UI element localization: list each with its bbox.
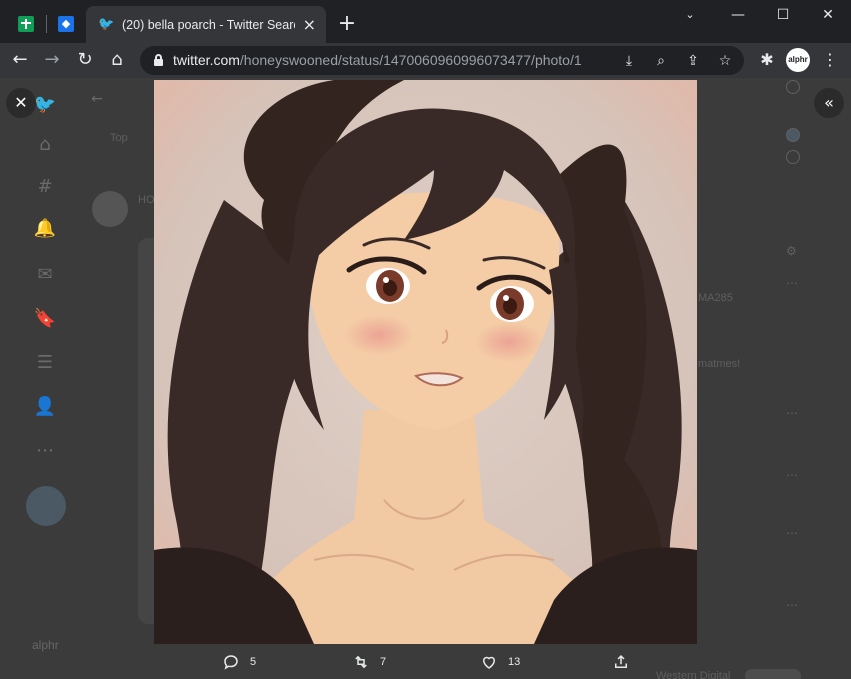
more-icon: ⋯ [36, 440, 54, 461]
bg-more-icon: ⋯ [786, 406, 798, 420]
tab-divider [46, 15, 47, 33]
bookmark-star-icon[interactable]: ☆ [714, 50, 736, 72]
url-text[interactable]: twitter.com/honeyswooned/status/14700609… [173, 46, 582, 75]
reply-button[interactable]: 5 [222, 650, 256, 674]
bg-radio [786, 150, 800, 164]
retweet-count: 7 [380, 656, 387, 668]
share-button[interactable] [612, 650, 630, 674]
back-arrow-icon: ← [91, 91, 103, 107]
bg-snippet: matmes! [698, 358, 741, 370]
bookmarks-icon: 🔖 [33, 308, 57, 329]
browser-window: ◆ 🐦 (20) bella poarch - Twitter Search ×… [0, 0, 851, 679]
bg-radio [786, 80, 800, 94]
maximize-button[interactable]: ☐ [763, 3, 803, 27]
home-icon: ⌂ [39, 134, 51, 155]
profile-icon: 👤 [33, 396, 57, 417]
tab-close-icon[interactable]: × [301, 15, 318, 34]
reply-count: 5 [250, 656, 257, 668]
bg-more-icon: ⋯ [786, 598, 798, 612]
browser-toolbar: ← → ↻ ⌂ twitter.com/honeyswooned/status/… [0, 43, 851, 78]
bg-handle: MA285 [698, 292, 733, 304]
explore-icon: # [37, 176, 53, 197]
bg-more-icon: ⋯ [786, 468, 798, 482]
address-bar[interactable]: twitter.com/honeyswooned/status/14700609… [140, 46, 744, 75]
browser-menu-button[interactable]: ⋮ [818, 47, 842, 73]
close-icon[interactable]: ✕ [6, 88, 36, 118]
twitter-bird-icon: 🐦 [98, 16, 115, 32]
share-icon[interactable]: ⇪ [682, 50, 704, 72]
bg-user-avatar [92, 191, 128, 227]
puzzle-icon[interactable]: ✱ [754, 47, 780, 73]
collapse-panel-icon[interactable]: « [814, 88, 844, 118]
portrait-illustration [154, 80, 697, 644]
retweet-icon [355, 655, 367, 669]
share-upload-icon [615, 654, 627, 668]
install-app-icon[interactable]: ⤓ [618, 50, 640, 72]
notifications-icon: 🔔 [33, 218, 57, 239]
lock-icon[interactable] [154, 54, 163, 66]
reload-button[interactable]: ↻ [71, 46, 99, 74]
like-count: 13 [508, 656, 521, 668]
bg-tab-label: Top [110, 132, 128, 144]
like-button[interactable]: 13 [480, 650, 520, 674]
url-path: /honeyswooned/status/1470060960996073477… [239, 52, 582, 68]
heart-icon [482, 656, 496, 669]
bg-more-icon: ⋯ [786, 526, 798, 540]
home-button[interactable]: ⌂ [103, 46, 131, 74]
pinned-tab-sheets[interactable] [10, 8, 42, 40]
back-button[interactable]: ← [6, 46, 34, 74]
minimize-button[interactable]: — [718, 3, 758, 27]
tweet-actions: 5 7 13 [0, 650, 851, 674]
messages-icon: ✉ [37, 264, 53, 285]
bg-settings-icon: ⚙ [786, 244, 797, 258]
forward-button[interactable]: → [38, 46, 66, 74]
media-image[interactable] [154, 80, 697, 644]
url-host: twitter.com [173, 52, 240, 68]
page-content: 🐦 ⌂ # 🔔 ✉ 🔖 ☰ 👤 ⋯ alphr ← Top HO MA285 m… [0, 78, 851, 679]
compose-button [26, 486, 66, 526]
pinned-tab-dropbox[interactable]: ◆ [50, 8, 82, 40]
bg-radio-filled [786, 128, 800, 142]
tab-title: (20) bella poarch - Twitter Search [122, 17, 295, 32]
lists-icon: ☰ [36, 352, 54, 373]
retweet-button[interactable]: 7 [352, 650, 386, 674]
zoom-icon[interactable]: ⌕ [650, 50, 672, 72]
bg-user-name: HO [138, 194, 155, 206]
twitter-logo-icon: 🐦 [33, 94, 57, 115]
tab-strip: ◆ 🐦 (20) bella poarch - Twitter Search ×… [0, 0, 851, 43]
google-sheets-icon [18, 16, 34, 32]
new-tab-button[interactable]: + [334, 12, 360, 38]
reply-icon [224, 655, 238, 670]
tab-search-button[interactable]: ⌄ [670, 3, 710, 27]
profile-avatar[interactable]: alphr [786, 48, 810, 72]
tab-active[interactable]: 🐦 (20) bella poarch - Twitter Search × [86, 6, 326, 43]
bg-more-icon: ⋯ [786, 276, 798, 290]
dropbox-icon: ◆ [58, 16, 74, 32]
window-close-button[interactable]: ✕ [808, 3, 848, 27]
